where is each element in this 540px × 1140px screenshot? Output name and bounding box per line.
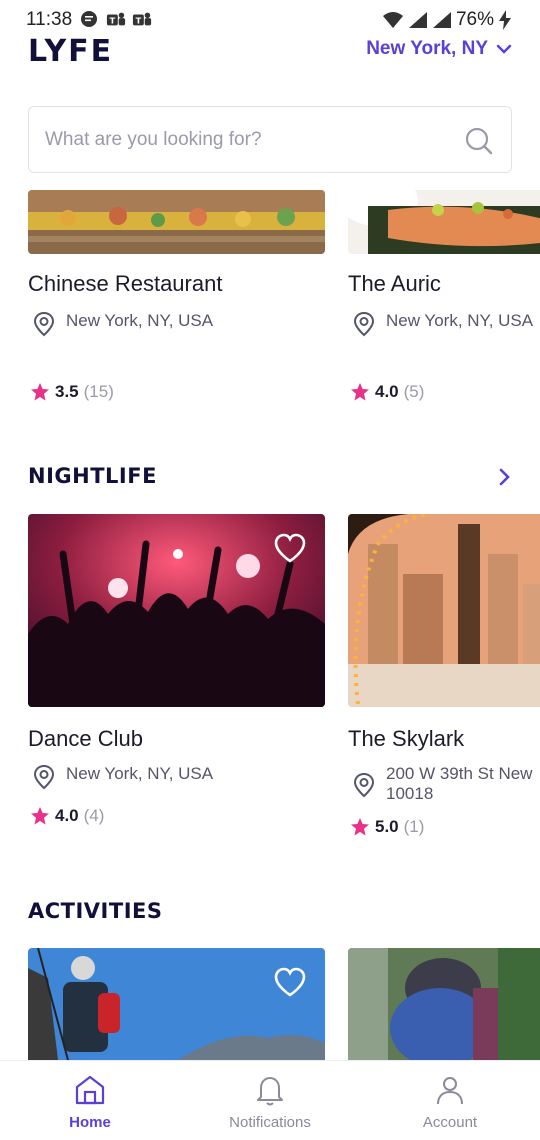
nav-notifications-label: Notifications xyxy=(229,1114,311,1131)
card-rating: 3.5 (15) xyxy=(30,382,114,402)
card-rating: 5.0 (1) xyxy=(350,817,424,837)
hiker-image xyxy=(348,948,540,1060)
chevron-right-icon[interactable] xyxy=(498,468,512,486)
star-icon xyxy=(31,383,49,401)
svg-text:T: T xyxy=(136,16,142,26)
chevron-down-icon xyxy=(496,44,512,54)
status-notification-icons: T T xyxy=(80,10,152,28)
restaurant-card[interactable]: The Auric New York, NY, USA 4.0 (5) xyxy=(348,190,540,420)
rating-count: (15) xyxy=(83,382,114,401)
card-image xyxy=(28,948,325,1060)
section-title-nightlife: NIGHTLIFE xyxy=(28,464,157,488)
search-icon[interactable] xyxy=(465,127,493,155)
home-icon xyxy=(75,1075,105,1105)
status-time: 11:38 xyxy=(26,9,73,30)
location-line-2: 10018 xyxy=(386,784,434,803)
card-location: New York, NY, USA xyxy=(32,764,213,790)
restaurant-card[interactable]: Chinese Restaurant New York, NY, USA 3.5… xyxy=(28,190,325,420)
favorite-heart-icon[interactable] xyxy=(273,532,307,564)
card-rating: 4.0 (5) xyxy=(350,382,424,402)
rating-count: (5) xyxy=(403,382,425,401)
card-title: Chinese Restaurant xyxy=(28,271,223,296)
rating-count: (1) xyxy=(403,817,425,836)
location-pin-icon xyxy=(33,311,55,337)
rating-value: 3.5 xyxy=(55,382,79,401)
card-image xyxy=(348,514,540,707)
card-location-text: New York, NY, USA xyxy=(66,311,214,330)
app-logo: LYFE xyxy=(28,34,114,69)
nav-account[interactable]: Account xyxy=(360,1061,540,1140)
location-pin-icon xyxy=(353,311,375,337)
user-icon xyxy=(437,1077,463,1105)
svg-text:T: T xyxy=(110,16,116,26)
search-input[interactable] xyxy=(45,107,445,172)
skylark-image xyxy=(348,514,540,707)
card-image xyxy=(348,190,540,254)
card-title: The Auric xyxy=(348,271,441,296)
location-pin-icon xyxy=(353,772,375,798)
card-location-text: New York, NY, USA xyxy=(66,764,214,783)
search-bar[interactable] xyxy=(28,106,512,173)
card-location-text: 200 W 39th St New 10018 xyxy=(386,764,532,804)
charging-icon xyxy=(499,10,511,30)
location-line-1: 200 W 39th St New xyxy=(386,764,533,783)
star-icon xyxy=(351,818,369,836)
card-location: 200 W 39th St New 10018 xyxy=(352,764,532,804)
nightlife-card[interactable]: Dance Club New York, NY, USA 4.0 (4) xyxy=(28,514,325,834)
climber-image xyxy=(28,948,325,1060)
card-location: New York, NY, USA xyxy=(352,311,533,337)
activity-card[interactable] xyxy=(28,948,325,1060)
message-icon xyxy=(81,11,97,27)
salmon-image xyxy=(348,190,540,254)
nav-home-label: Home xyxy=(69,1114,111,1131)
teams-icon: T xyxy=(132,12,152,26)
battery-percent: 76% xyxy=(455,9,494,30)
status-right: 76% xyxy=(382,9,512,31)
card-location: New York, NY, USA xyxy=(32,311,213,337)
card-title: The Skylark xyxy=(348,726,465,751)
bell-icon xyxy=(257,1077,283,1106)
bottom-navigation: Home Notifications Account xyxy=(0,1060,540,1140)
section-title-activities: ACTIVITIES xyxy=(28,899,163,923)
nav-account-label: Account xyxy=(422,1114,478,1131)
sandwich-image xyxy=(28,190,325,254)
rating-value: 4.0 xyxy=(375,382,399,401)
nav-notifications[interactable]: Notifications xyxy=(180,1061,360,1140)
rating-value: 5.0 xyxy=(375,817,399,836)
activity-card[interactable] xyxy=(348,948,540,1060)
card-image xyxy=(348,948,540,1060)
nightlife-card[interactable]: The Skylark 200 W 39th St New 10018 5.0 … xyxy=(348,514,540,844)
location-selector[interactable]: New York, NY xyxy=(366,38,512,60)
signal-icon xyxy=(408,12,427,28)
rating-count: (4) xyxy=(83,806,105,825)
signal-icon xyxy=(432,12,451,28)
rating-value: 4.0 xyxy=(55,806,79,825)
card-image xyxy=(28,190,325,254)
teams-icon: T xyxy=(106,12,126,26)
location-label: New York, NY xyxy=(366,38,488,59)
star-icon xyxy=(351,383,369,401)
location-pin-icon xyxy=(33,764,55,790)
favorite-heart-icon[interactable] xyxy=(273,966,307,998)
wifi-icon xyxy=(382,12,403,28)
card-title: Dance Club xyxy=(28,726,143,751)
card-rating: 4.0 (4) xyxy=(30,806,104,826)
nav-home[interactable]: Home xyxy=(0,1061,180,1140)
card-location-text: New York, NY, USA xyxy=(386,311,534,330)
star-icon xyxy=(31,807,49,825)
